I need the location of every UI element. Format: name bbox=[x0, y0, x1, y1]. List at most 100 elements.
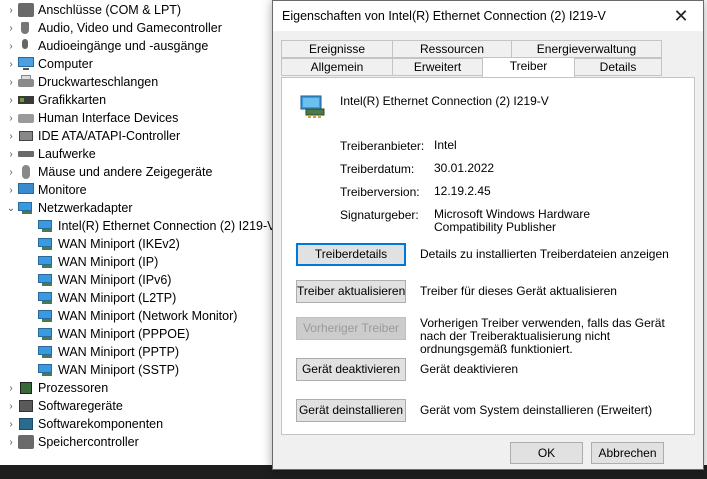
tree-item-wan-sstp[interactable]: WAN Miniport (SSTP) bbox=[38, 361, 179, 379]
tab-erweitert[interactable]: Erweitert bbox=[392, 58, 483, 76]
tree-item-monitors[interactable]: › Monitore bbox=[4, 181, 87, 199]
tree-item-audio-io[interactable]: › Audioeingänge und -ausgänge bbox=[4, 37, 208, 55]
chevron-right-icon[interactable]: › bbox=[4, 77, 18, 88]
provider-label: Treiberanbieter: bbox=[340, 139, 425, 153]
microphone-icon bbox=[18, 39, 34, 53]
chevron-right-icon[interactable]: › bbox=[4, 95, 18, 106]
chevron-down-icon[interactable]: ⌄ bbox=[4, 203, 18, 214]
chevron-right-icon[interactable]: › bbox=[4, 167, 18, 178]
tree-item-wan-pppoe[interactable]: WAN Miniport (PPPOE) bbox=[38, 325, 190, 343]
device-tree: › Anschlüsse (COM & LPT) › Audio, Video un… bbox=[0, 0, 275, 450]
disable-device-button[interactable]: Gerät deaktivieren bbox=[296, 358, 406, 381]
tree-item-drives[interactable]: › Laufwerke bbox=[4, 145, 95, 163]
dialog-title: Eigenschaften von Intel(R) Ethernet Conn… bbox=[282, 9, 606, 23]
tab-allgemein[interactable]: Allgemein bbox=[281, 58, 393, 76]
update-driver-button[interactable]: Treiber aktualisieren bbox=[296, 280, 406, 303]
network-adapter-icon bbox=[38, 237, 54, 251]
chevron-right-icon[interactable]: › bbox=[4, 5, 18, 16]
chevron-right-icon[interactable]: › bbox=[4, 113, 18, 124]
tree-item-network-adapters[interactable]: ⌄ Netzwerkadapter bbox=[4, 199, 133, 217]
driver-tab-panel: Intel(R) Ethernet Connection (2) I219-V … bbox=[281, 77, 695, 435]
tree-item-software-components[interactable]: › Softwarekomponenten bbox=[4, 415, 163, 433]
network-adapter-icon bbox=[300, 95, 325, 118]
tree-item-storage-controllers[interactable]: › Speichercontroller bbox=[4, 433, 139, 451]
tab-ereignisse[interactable]: Ereignisse bbox=[281, 40, 393, 58]
signer-value: Microsoft Windows Hardware Compatibility… bbox=[434, 207, 591, 234]
hid-icon bbox=[18, 111, 34, 125]
tree-item-wan-ipv6[interactable]: WAN Miniport (IPv6) bbox=[38, 271, 171, 289]
date-value: 30.01.2022 bbox=[434, 161, 495, 175]
tree-item-mice[interactable]: › Mäuse und andere Zeigegeräte bbox=[4, 163, 212, 181]
computer-icon bbox=[18, 57, 34, 71]
printer-icon bbox=[18, 75, 34, 89]
tree-item-audio-video[interactable]: › Audio, Video und Gamecontroller bbox=[4, 19, 222, 37]
chevron-right-icon[interactable]: › bbox=[4, 383, 18, 394]
tree-item-wan-l2tp[interactable]: WAN Miniport (L2TP) bbox=[38, 289, 176, 307]
device-name: Intel(R) Ethernet Connection (2) I219-V bbox=[340, 94, 549, 108]
close-icon[interactable]: ✕ bbox=[667, 4, 695, 28]
version-value: 12.19.2.45 bbox=[434, 184, 491, 198]
ide-controller-icon bbox=[18, 129, 34, 143]
network-adapter-icon bbox=[38, 273, 54, 287]
tree-item-wan-netmon[interactable]: WAN Miniport (Network Monitor) bbox=[38, 307, 237, 325]
update-driver-desc: Treiber für dieses Gerät aktualisieren bbox=[420, 284, 617, 298]
tab-energieverwaltung[interactable]: Energieverwaltung bbox=[511, 40, 662, 58]
driver-details-desc: Details zu installierten Treiberdateien … bbox=[420, 247, 669, 261]
cancel-button[interactable]: Abbrechen bbox=[591, 442, 664, 464]
chevron-right-icon[interactable]: › bbox=[4, 59, 18, 70]
properties-dialog: Eigenschaften von Intel(R) Ethernet Conn… bbox=[272, 0, 704, 470]
uninstall-device-button[interactable]: Gerät deinstallieren bbox=[296, 399, 406, 422]
software-device-icon bbox=[18, 399, 34, 413]
network-adapter-icon bbox=[38, 255, 54, 269]
chevron-right-icon[interactable]: › bbox=[4, 131, 18, 142]
tree-item-ports[interactable]: › Anschlüsse (COM & LPT) bbox=[4, 1, 181, 19]
chevron-right-icon[interactable]: › bbox=[4, 41, 18, 52]
network-adapter-icon bbox=[38, 345, 54, 359]
network-adapter-icon bbox=[38, 327, 54, 341]
drive-icon bbox=[18, 147, 34, 161]
rollback-driver-button[interactable]: Vorheriger Treiber bbox=[296, 317, 406, 340]
tree-item-processors[interactable]: › Prozessoren bbox=[4, 379, 108, 397]
ok-button[interactable]: OK bbox=[510, 442, 583, 464]
tree-item-wan-pptp[interactable]: WAN Miniport (PPTP) bbox=[38, 343, 179, 361]
network-adapter-icon bbox=[38, 363, 54, 377]
graphics-card-icon bbox=[18, 93, 34, 107]
tree-item-ide[interactable]: › IDE ATA/ATAPI-Controller bbox=[4, 127, 180, 145]
version-label: Treiberversion: bbox=[340, 185, 420, 199]
tree-item-intel-ethernet[interactable]: Intel(R) Ethernet Connection (2) I219-V bbox=[38, 217, 275, 235]
tab-ressourcen[interactable]: Ressourcen bbox=[392, 40, 512, 58]
tree-item-computer[interactable]: › Computer bbox=[4, 55, 93, 73]
chevron-right-icon[interactable]: › bbox=[4, 437, 18, 448]
tree-item-wan-ikev2[interactable]: WAN Miniport (IKEv2) bbox=[38, 235, 180, 253]
date-label: Treiberdatum: bbox=[340, 162, 415, 176]
provider-value: Intel bbox=[434, 138, 457, 152]
chevron-right-icon[interactable]: › bbox=[4, 149, 18, 160]
monitor-icon bbox=[18, 183, 34, 197]
tree-item-print-queues[interactable]: › Druckwarteschlangen bbox=[4, 73, 158, 91]
port-icon bbox=[18, 3, 34, 17]
tree-item-wan-ip[interactable]: WAN Miniport (IP) bbox=[38, 253, 158, 271]
rollback-driver-desc: Vorherigen Treiber verwenden, falls das … bbox=[420, 316, 665, 356]
processor-icon bbox=[18, 381, 34, 395]
network-adapter-icon bbox=[38, 309, 54, 323]
network-adapter-icon bbox=[38, 219, 54, 233]
chevron-right-icon[interactable]: › bbox=[4, 419, 18, 430]
driver-details-button[interactable]: Treiberdetails bbox=[296, 243, 406, 266]
chevron-right-icon[interactable]: › bbox=[4, 23, 18, 34]
tab-details[interactable]: Details bbox=[574, 58, 662, 76]
tab-treiber[interactable]: Treiber bbox=[482, 57, 575, 77]
storage-controller-icon bbox=[18, 435, 34, 449]
disable-device-desc: Gerät deaktivieren bbox=[420, 362, 519, 376]
chevron-right-icon[interactable]: › bbox=[4, 401, 18, 412]
chevron-right-icon[interactable]: › bbox=[4, 185, 18, 196]
tree-item-hid[interactable]: › Human Interface Devices bbox=[4, 109, 178, 127]
network-adapter-icon bbox=[18, 201, 34, 215]
audio-icon bbox=[18, 21, 34, 35]
uninstall-device-desc: Gerät vom System deinstallieren (Erweite… bbox=[420, 403, 653, 417]
dialog-titlebar[interactable]: Eigenschaften von Intel(R) Ethernet Conn… bbox=[273, 1, 703, 31]
tree-item-software-devices[interactable]: › Softwaregeräte bbox=[4, 397, 122, 415]
software-component-icon bbox=[18, 417, 34, 431]
mouse-icon bbox=[18, 165, 34, 179]
tree-item-graphics[interactable]: › Grafikkarten bbox=[4, 91, 106, 109]
network-adapter-icon bbox=[38, 291, 54, 305]
